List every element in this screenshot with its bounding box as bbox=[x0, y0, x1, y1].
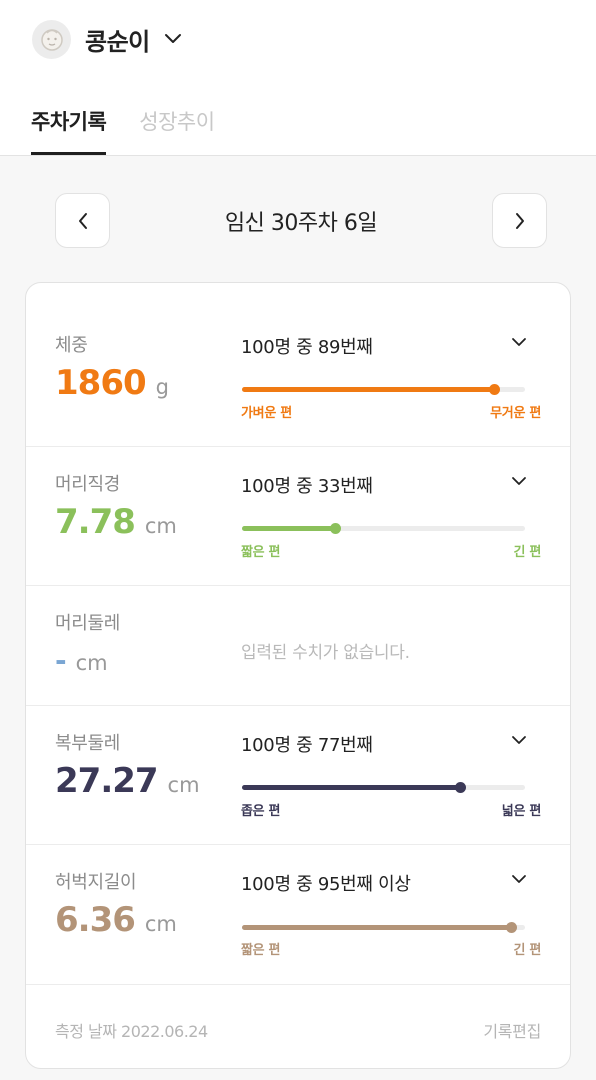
chevron-down-icon[interactable] bbox=[164, 33, 182, 45]
measure-date: 측정 날짜 2022.06.24 bbox=[55, 1022, 208, 1041]
low-end-label: 가벼운 편 bbox=[241, 406, 292, 421]
profile-name: 콩순이 bbox=[85, 27, 150, 56]
metric-value: 7.78 cm bbox=[55, 502, 177, 542]
percentile-fill bbox=[242, 785, 460, 790]
metric-label: 머리둘레 bbox=[55, 613, 121, 634]
percentile-fill bbox=[242, 526, 336, 531]
percentile-track bbox=[242, 922, 525, 933]
chevron-down-icon[interactable] bbox=[506, 727, 532, 753]
tab-bar: 주차기록 성장추이 bbox=[31, 106, 248, 156]
percentile-track bbox=[242, 782, 525, 793]
metric-row-abdominal-circumference: 복부둘레 27.27 cm 100명 중 77번째 좁은 편 넓은 편 bbox=[26, 706, 570, 845]
metric-value: 1860 g bbox=[55, 363, 169, 403]
percentile-marker bbox=[488, 384, 500, 395]
rank-text: 100명 중 95번째 이상 bbox=[241, 874, 411, 895]
metric-value: 27.27 cm bbox=[55, 761, 200, 801]
chevron-down-icon[interactable] bbox=[506, 329, 532, 355]
percentile-marker bbox=[505, 922, 517, 933]
week-navigator: 임신 30주차 6일 bbox=[55, 193, 547, 248]
metric-unit: cm bbox=[144, 514, 177, 538]
tab-weekly-record[interactable]: 주차기록 bbox=[31, 106, 107, 155]
metric-unit: cm bbox=[144, 912, 177, 936]
percentile-track bbox=[242, 523, 525, 534]
empty-message: 입력된 수치가 없습니다. bbox=[241, 643, 410, 663]
measurement-card: 체중 1860 g 100명 중 89번째 가벼운 편 무거운 편 머리직경 7… bbox=[25, 282, 571, 1069]
edit-record-button[interactable]: 기록편집 bbox=[483, 1018, 541, 1042]
high-end-label: 긴 편 bbox=[513, 943, 541, 958]
metric-label: 허벅지길이 bbox=[55, 872, 137, 893]
percentile-marker bbox=[330, 523, 342, 534]
metric-row-head-circumference: 머리둘레 - cm 입력된 수치가 없습니다. bbox=[26, 586, 570, 706]
metric-number: 6.36 bbox=[55, 900, 136, 940]
metric-number: 7.78 bbox=[55, 502, 136, 542]
avatar bbox=[32, 19, 71, 59]
chevron-down-icon[interactable] bbox=[506, 468, 532, 494]
percentile-fill bbox=[242, 387, 494, 392]
week-title: 임신 30주차 6일 bbox=[224, 211, 378, 236]
low-end-label: 좁은 편 bbox=[241, 804, 281, 819]
high-end-label: 긴 편 bbox=[513, 545, 541, 560]
chevron-right-icon bbox=[515, 212, 524, 229]
metric-label: 머리직경 bbox=[55, 474, 121, 495]
percentile-marker bbox=[454, 782, 466, 793]
profile-selector[interactable]: 콩순이 bbox=[32, 19, 182, 59]
high-end-label: 무거운 편 bbox=[490, 406, 541, 421]
baby-face-icon bbox=[40, 29, 63, 51]
chevron-down-icon[interactable] bbox=[506, 866, 532, 892]
metric-label: 체중 bbox=[55, 335, 88, 356]
metric-row-femur-length: 허벅지길이 6.36 cm 100명 중 95번째 이상 짧은 편 긴 편 bbox=[26, 845, 570, 985]
metric-unit: g bbox=[155, 375, 169, 399]
tab-growth-trend[interactable]: 성장추이 bbox=[139, 106, 215, 155]
metric-row-head-diameter: 머리직경 7.78 cm 100명 중 33번째 짧은 편 긴 편 bbox=[26, 447, 570, 586]
rank-text: 100명 중 89번째 bbox=[241, 337, 373, 358]
metric-value: 6.36 cm bbox=[55, 900, 177, 940]
app-header: 콩순이 주차기록 성장추이 bbox=[0, 0, 596, 156]
percentile-track bbox=[242, 384, 525, 395]
card-footer: 측정 날짜 2022.06.24 기록편집 bbox=[26, 985, 570, 1068]
metric-unit: cm bbox=[167, 773, 200, 797]
metric-value: - cm bbox=[55, 644, 108, 677]
percentile-fill bbox=[242, 925, 511, 930]
metric-row-weight: 체중 1860 g 100명 중 89번째 가벼운 편 무거운 편 bbox=[26, 283, 570, 447]
rank-text: 100명 중 77번째 bbox=[241, 735, 373, 756]
rank-text: 100명 중 33번째 bbox=[241, 476, 373, 497]
next-week-button[interactable] bbox=[492, 193, 547, 248]
metric-number: - bbox=[55, 644, 67, 677]
metric-unit: cm bbox=[75, 651, 108, 675]
high-end-label: 넓은 편 bbox=[501, 804, 542, 819]
low-end-label: 짧은 편 bbox=[241, 545, 281, 560]
metric-number: 1860 bbox=[55, 363, 147, 403]
metric-label: 복부둘레 bbox=[55, 733, 121, 754]
metric-number: 27.27 bbox=[55, 761, 159, 801]
low-end-label: 짧은 편 bbox=[241, 943, 281, 958]
